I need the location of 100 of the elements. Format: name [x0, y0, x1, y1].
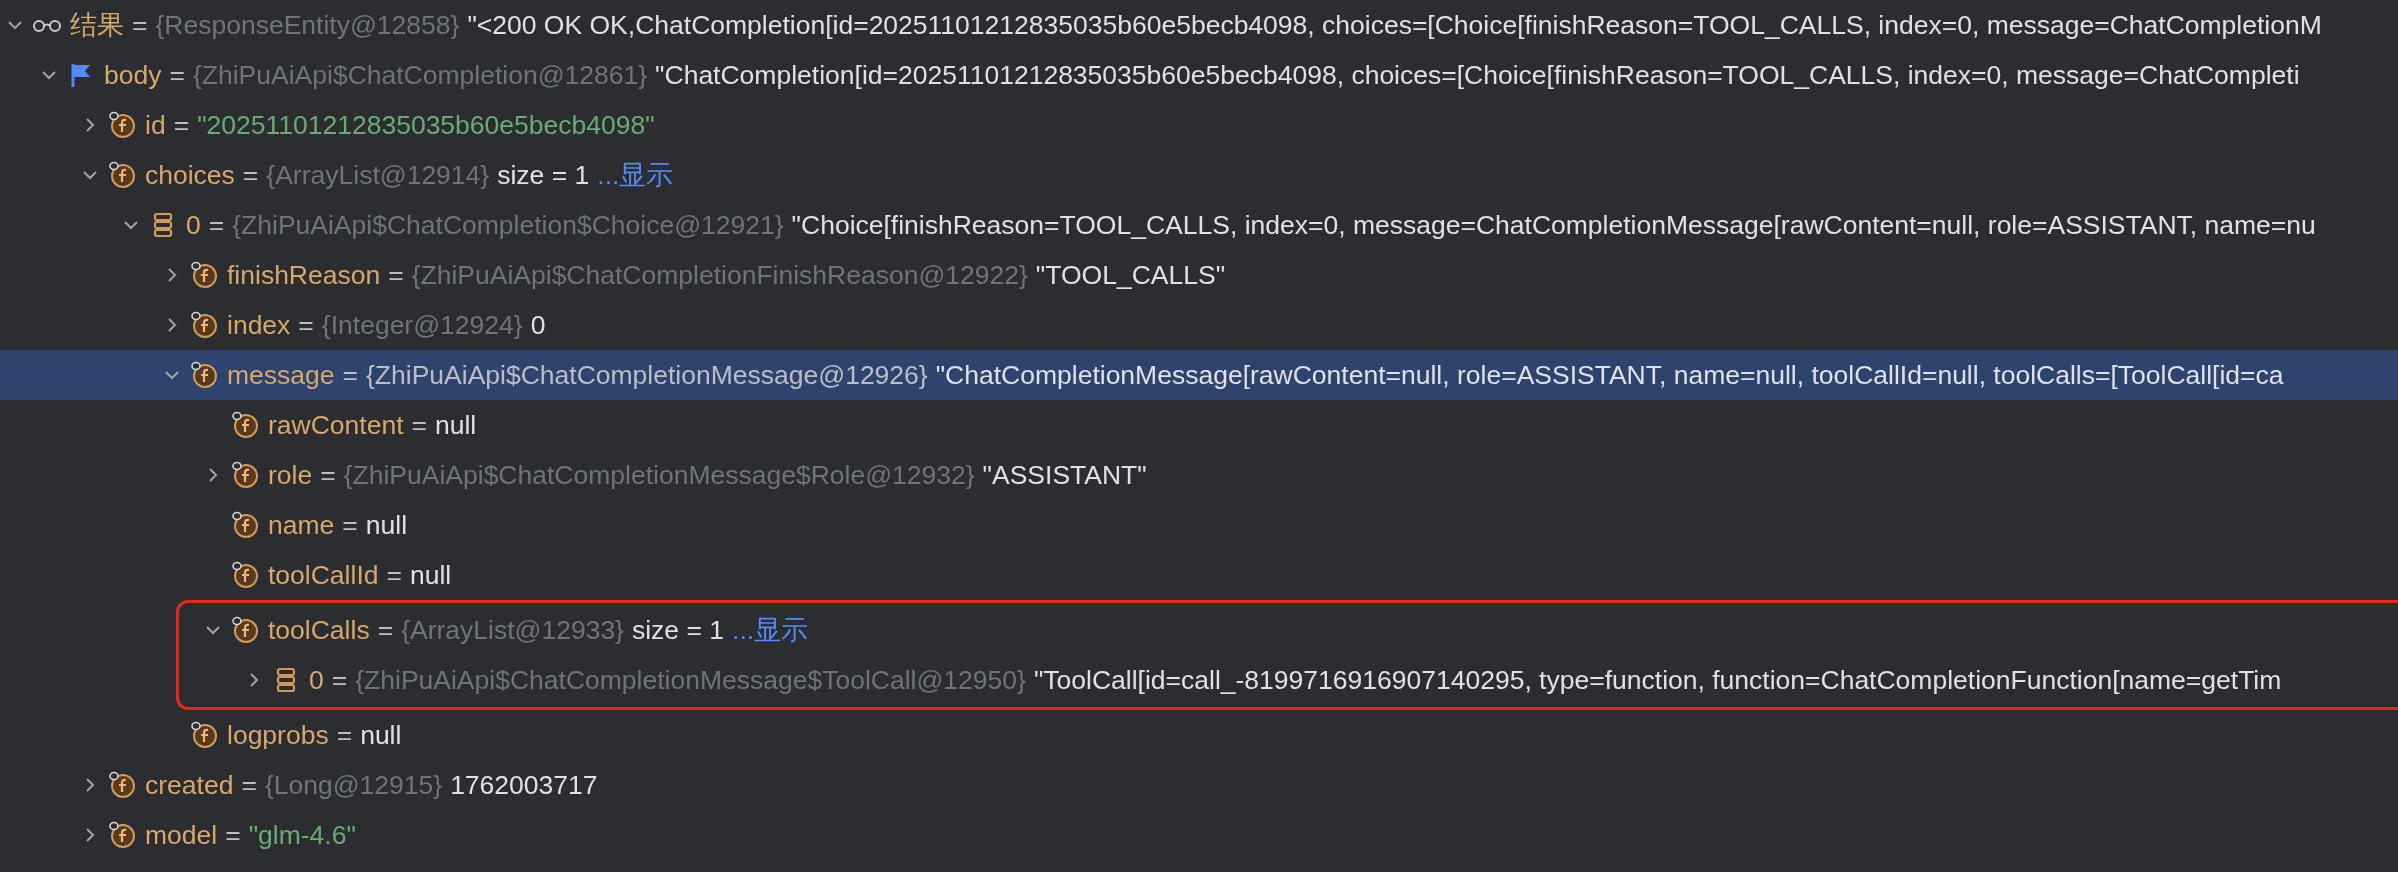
variable-name: created: [145, 769, 234, 801]
tree-row[interactable]: created = {Long@12915} 1762003717: [0, 760, 2398, 810]
equals-sign: =: [342, 359, 358, 391]
chevron-down-icon[interactable]: [82, 170, 98, 180]
field-icon: [107, 110, 137, 140]
field-icon: [189, 310, 219, 340]
chevron-right-icon[interactable]: [249, 672, 259, 688]
equals-sign: =: [388, 259, 404, 291]
chevron-down-icon[interactable]: [205, 625, 221, 635]
type-label: {ZhiPuAiApi$ChatCompletionMessage@12926}: [366, 359, 928, 391]
glasses-icon: [32, 18, 62, 32]
field-icon: [189, 260, 219, 290]
tree-row[interactable]: 结果 = {ResponseEntity@12858} "<200 OK OK,ChatCompletion[id=20251101212835035b60e5becb4098, choices=[Choice[finishReason=TOOL_CALLS, index=0, message=ChatCompletionM: [0, 0, 2398, 50]
equals-sign: =: [242, 159, 259, 191]
variable-value: "Choice[finishReason=TOOL_CALLS, index=0, message=ChatCompletionMessage[rawContent=null, role=ASSISTANT, name=nu: [791, 209, 2316, 241]
variable-name: 0: [309, 664, 324, 696]
chevron-down-icon[interactable]: [41, 70, 57, 80]
variable-name: body: [104, 59, 162, 91]
tree-row[interactable]: rawContent = null: [0, 400, 2398, 450]
tree-row[interactable]: model = "glm-4.6": [0, 810, 2398, 860]
chevron-right-icon[interactable]: [167, 267, 177, 283]
tree-row[interactable]: index = {Integer@12924} 0: [0, 300, 2398, 350]
variable-value: null: [409, 559, 452, 591]
field-icon: [189, 360, 219, 390]
field-icon: [230, 410, 260, 440]
variable-name: model: [145, 819, 218, 851]
variable-value: size = 1: [631, 614, 725, 646]
chevron-right-icon[interactable]: [208, 467, 218, 483]
type-label: {ZhiPuAiApi$ChatCompletionMessage$ToolCall@12950}: [355, 664, 1026, 696]
variable-name: finishReason: [227, 259, 381, 291]
field-icon: [230, 615, 260, 645]
equals-sign: =: [241, 769, 257, 801]
tree-row[interactable]: message = {ZhiPuAiApi$ChatCompletionMessage@12926} "ChatCompletionMessage[rawContent=null, role=ASSISTANT, name=null, toolCallId=null, toolCalls=[ToolCall[id=ca: [0, 350, 2398, 400]
type-label: {ZhiPuAiApi$ChatCompletion$Choice@12921}: [232, 209, 784, 241]
show-link[interactable]: ...显示: [732, 612, 809, 648]
field-icon: [107, 770, 137, 800]
type-label: {ZhiPuAiApi$ChatCompletionMessage$Role@12932}: [343, 459, 975, 491]
show-link[interactable]: ...显示: [597, 157, 674, 193]
variable-name: index: [227, 309, 291, 341]
variable-value: null: [435, 409, 477, 441]
field-icon: [189, 720, 219, 750]
variable-value: 1762003717: [450, 769, 598, 801]
type-label: {Long@12915}: [264, 769, 443, 801]
equals-sign: =: [208, 209, 225, 241]
chevron-down-icon[interactable]: [7, 20, 23, 30]
stack-icon: [275, 666, 297, 694]
tree-row[interactable]: 0 = {ZhiPuAiApi$ChatCompletionMessage$ToolCall@12950} "ToolCall[id=call_-8199716916907140295, type=function, function=ChatCompletionFunction[name=getTim: [179, 655, 2398, 705]
variable-name: role: [268, 459, 313, 491]
variable-value: "ChatCompletionMessage[rawContent=null, role=ASSISTANT, name=null, toolCallId=null, toolCalls=[ToolCall[id=ca: [935, 359, 2284, 391]
variable-value: 0: [530, 309, 546, 341]
field-icon: [230, 560, 260, 590]
equals-sign: =: [377, 614, 394, 646]
chevron-right-icon[interactable]: [85, 117, 95, 133]
tree-row[interactable]: toolCalls = {ArrayList@12933} size = 1 ...显示: [179, 605, 2398, 655]
equals-sign: =: [298, 309, 314, 341]
variable-name: toolCallId: [268, 559, 379, 591]
chevron-right-icon[interactable]: [85, 777, 95, 793]
chevron-right-icon[interactable]: [85, 827, 95, 843]
chevron-down-icon[interactable]: [164, 370, 180, 380]
type-label: {ZhiPuAiApi$ChatCompletion@12861}: [192, 59, 648, 91]
tree-row[interactable]: body = {ZhiPuAiApi$ChatCompletion@12861} "ChatCompletion[id=20251101212835035b60e5becb4098, choices=[Choice[finishReason=TOOL_CALLS, index=0, message=ChatCompleti: [0, 50, 2398, 100]
chevron-right-icon[interactable]: [167, 317, 177, 333]
tree-row[interactable]: logprobs = null: [0, 710, 2398, 760]
type-label: {ResponseEntity@12858}: [155, 9, 460, 41]
type-label: {ZhiPuAiApi$ChatCompletionFinishReason@12922}: [411, 259, 1028, 291]
variable-value: "<200 OK OK,ChatCompletion[id=20251101212835035b60e5becb4098, choices=[Choice[finishReason=TOOL_CALLS, index=0, message=ChatCompletionM: [467, 9, 2322, 41]
equals-sign: =: [132, 9, 148, 41]
tree-row[interactable]: role = {ZhiPuAiApi$ChatCompletionMessage$Role@12932} "ASSISTANT": [0, 450, 2398, 500]
variable-name: 0: [186, 209, 201, 241]
variable-name: 结果: [70, 9, 124, 42]
flag-icon: [70, 62, 92, 88]
tree-row[interactable]: toolCallId = null: [0, 550, 2398, 600]
variable-value: "TOOL_CALLS": [1035, 259, 1226, 291]
stack-icon: [152, 211, 174, 239]
variable-name: id: [145, 109, 166, 141]
variable-name: message: [227, 359, 335, 391]
tree-row[interactable]: name = null: [0, 500, 2398, 550]
variable-name: toolCalls: [268, 614, 370, 646]
equals-sign: =: [173, 109, 190, 141]
variable-value: "ASSISTANT": [982, 459, 1147, 491]
tree-row[interactable]: id = "20251101212835035b60e5becb4098": [0, 100, 2398, 150]
variable-name: choices: [145, 159, 235, 191]
equals-sign: =: [225, 819, 241, 851]
field-icon: [230, 460, 260, 490]
variable-value: null: [365, 509, 408, 541]
equals-sign: =: [169, 59, 185, 91]
chevron-down-icon[interactable]: [123, 220, 139, 230]
variable-name: logprobs: [227, 719, 329, 751]
tree-row[interactable]: 0 = {ZhiPuAiApi$ChatCompletion$Choice@12921} "Choice[finishReason=TOOL_CALLS, index=0, message=ChatCompletionMessage[rawContent=null, role=ASSISTANT, name=nu: [0, 200, 2398, 250]
variable-value: "ToolCall[id=call_-8199716916907140295, type=function, function=ChatCompletionFunction[name=getTim: [1033, 664, 2282, 696]
equals-sign: =: [386, 559, 402, 591]
type-label: {ArrayList@12914}: [266, 159, 490, 191]
field-icon: [107, 160, 137, 190]
tree-row[interactable]: choices = {ArrayList@12914} size = 1 ...显示: [0, 150, 2398, 200]
type-label: {Integer@12924}: [321, 309, 523, 341]
tree-row[interactable]: finishReason = {ZhiPuAiApi$ChatCompletionFinishReason@12922} "TOOL_CALLS": [0, 250, 2398, 300]
equals-sign: =: [342, 509, 358, 541]
equals-sign: =: [411, 409, 427, 441]
equals-sign: =: [331, 664, 348, 696]
variable-value: "20251101212835035b60e5becb4098": [197, 109, 655, 141]
